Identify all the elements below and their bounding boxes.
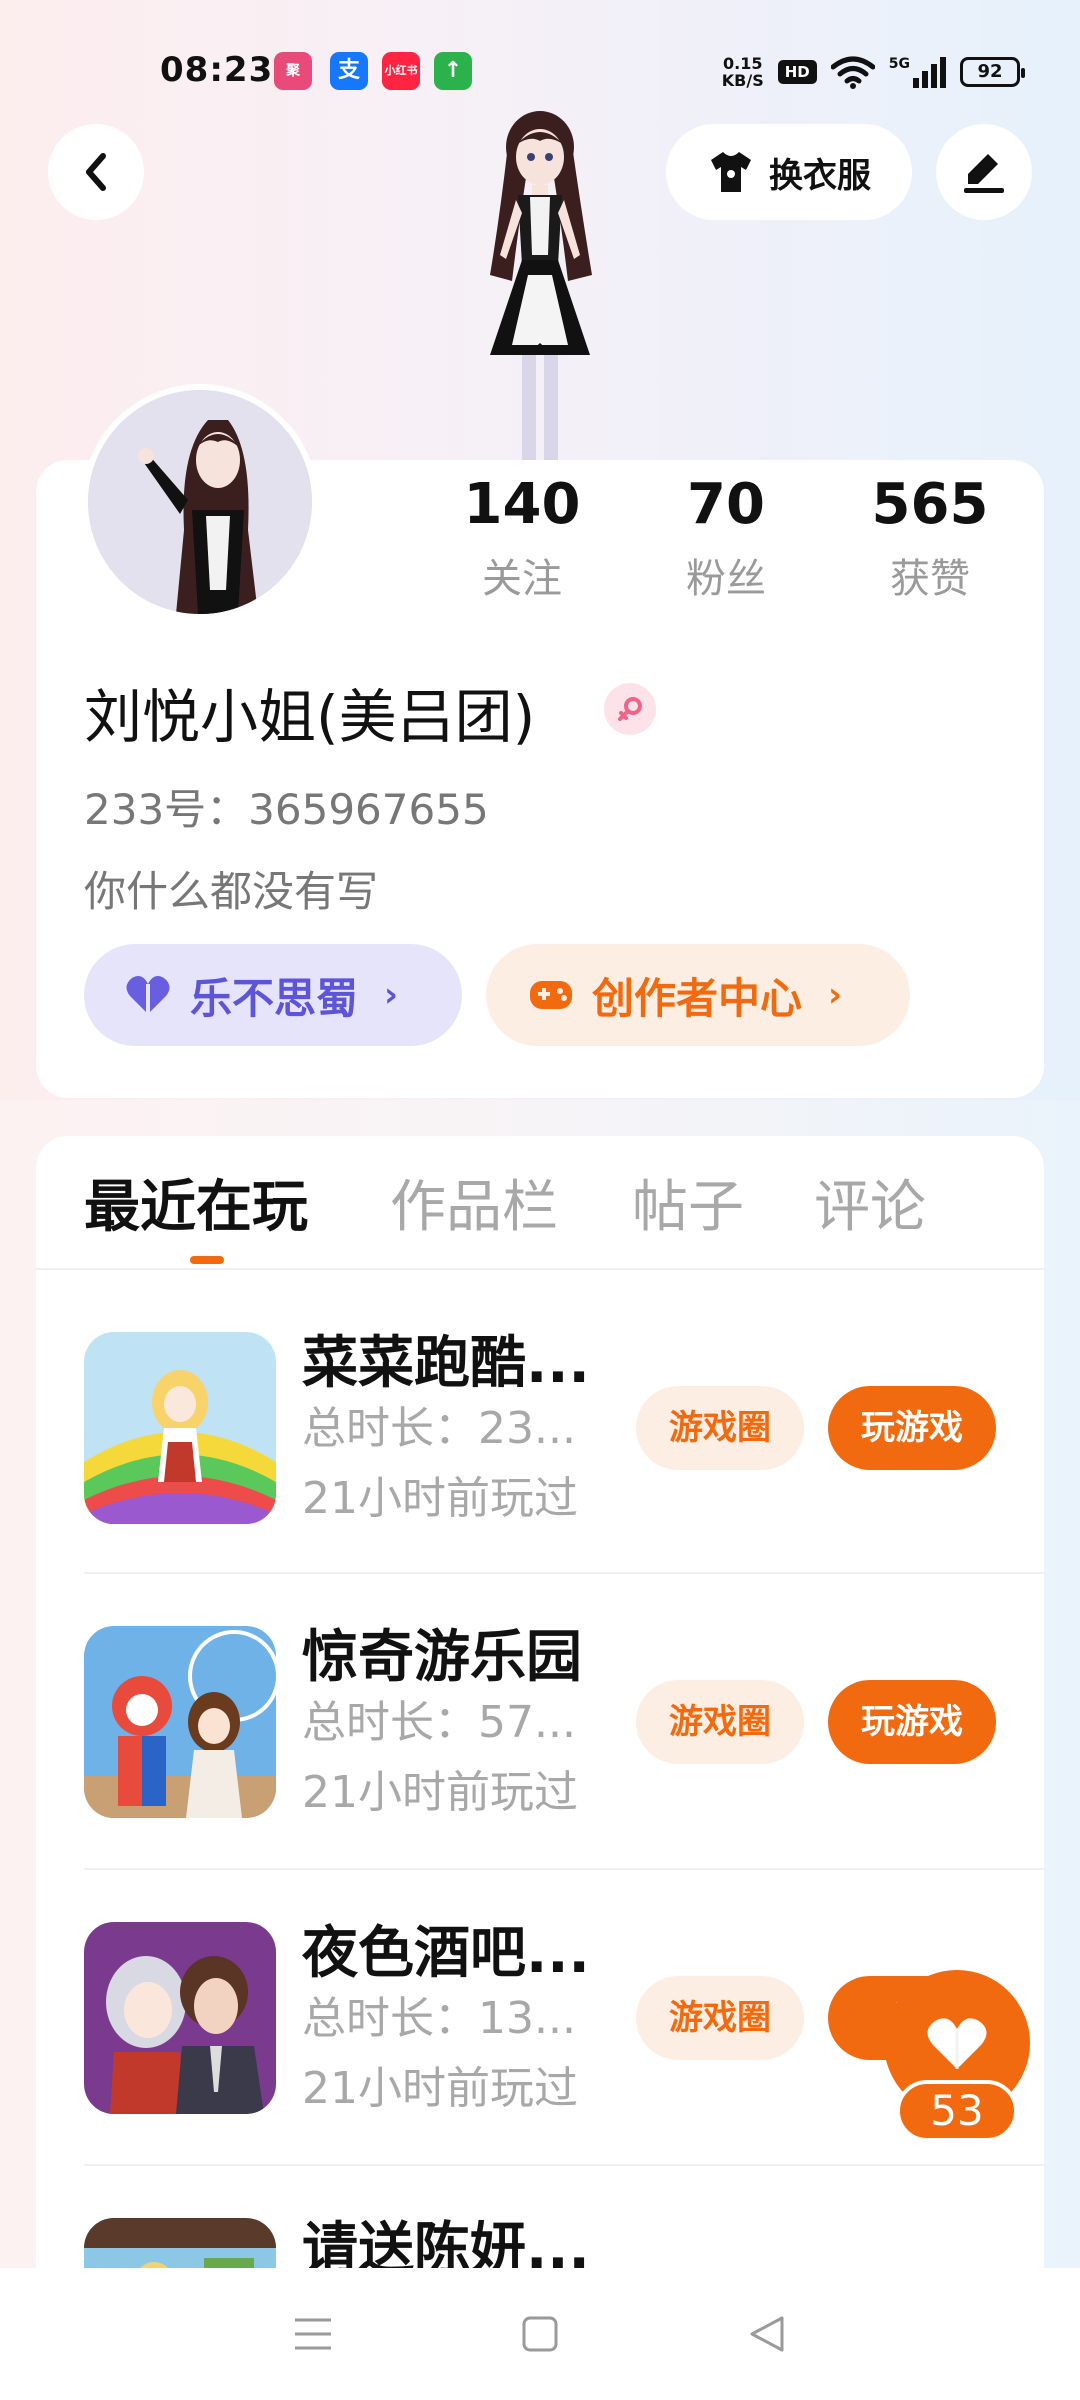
tabs-divider [36, 1268, 1044, 1270]
stat-value: 140 [463, 472, 581, 537]
stat-following[interactable]: 140 关注 [422, 470, 622, 604]
game-duration: 总时长：13... [302, 1993, 576, 2044]
game-circle-button[interactable]: 游戏圈 [636, 1976, 804, 2060]
tab-recently-played[interactable]: 最近在玩 [84, 1162, 308, 1243]
game-title: 夜色酒吧... [302, 1921, 590, 1986]
stat-value: 70 [687, 472, 765, 537]
triangle-back-icon [750, 2316, 784, 2352]
stat-label: 粉丝 [686, 556, 766, 602]
system-nav-bar [0, 2268, 1080, 2400]
menu-icon [295, 2318, 332, 2350]
menu-nav-button[interactable] [283, 2304, 343, 2364]
change-clothes-label: 换衣服 [769, 155, 871, 196]
tab-posts[interactable]: 帖子 [632, 1162, 744, 1243]
status-time: 08:23 [160, 50, 274, 90]
battery-icon: 92 [960, 57, 1025, 87]
change-clothes-button[interactable]: 换衣服 [666, 124, 912, 220]
game-title: 惊奇游乐园 [302, 1625, 582, 1690]
chip-creator-center[interactable]: 创作者中心 › [486, 944, 910, 1046]
square-icon [522, 2316, 558, 2352]
game-row[interactable]: 惊奇游乐园 总时长：57... 21小时前玩过 游戏圈 玩游戏 [84, 1574, 1044, 1870]
game-thumbnail[interactable] [84, 1922, 276, 2114]
game-circle-button[interactable]: 游戏圈 [636, 1680, 804, 1764]
gamepad-icon [530, 981, 572, 1009]
app-icon-1: 聚 [274, 52, 312, 90]
bio: 你什么都没有写 [84, 867, 379, 916]
avatar[interactable] [82, 384, 318, 620]
stat-label: 获赞 [890, 556, 970, 602]
game-row[interactable]: 菜菜跑酷... 总时长：23... 21小时前玩过 游戏圈 玩游戏 [84, 1280, 1044, 1576]
chip-lebusishu[interactable]: 乐不思蜀 › [84, 944, 462, 1046]
heart-icon [927, 2018, 987, 2069]
alipay-icon: 支 [330, 52, 368, 90]
game-last-played: 21小时前玩过 [302, 1473, 578, 1524]
play-game-button[interactable]: 玩游戏 [828, 1680, 996, 1764]
female-icon [604, 683, 656, 735]
wifi-icon [830, 56, 875, 89]
game-thumbnail[interactable] [84, 1626, 276, 1818]
game-thumbnail-image [84, 1922, 276, 2114]
heart-icon [126, 976, 170, 1014]
back-button[interactable] [48, 124, 144, 220]
signal-type: 5G [888, 55, 910, 72]
game-title: 菜菜跑酷... [302, 1331, 590, 1396]
back-nav-button[interactable] [737, 2304, 797, 2364]
game-duration: 总时长：23... [302, 1403, 576, 1454]
chip-label: 创作者中心 [592, 973, 803, 1023]
net-speed-value: 0.15 [723, 54, 763, 73]
status-right: 0.15 KB/S HD 5G 92 [722, 52, 1025, 92]
user-id: 233号：365967655 [84, 785, 489, 834]
pencil-icon [964, 154, 1004, 193]
tab-comments[interactable]: 评论 [814, 1162, 926, 1243]
play-game-button[interactable]: 玩游戏 [828, 1386, 996, 1470]
edit-button[interactable] [936, 124, 1032, 220]
stat-value: 565 [871, 472, 989, 537]
tshirt-icon [711, 152, 751, 192]
stat-likes[interactable]: 565 获赞 [830, 470, 1030, 604]
username: 刘悦小姐(美吕团) [84, 683, 536, 751]
like-count: 53 [896, 2080, 1018, 2142]
net-speed-unit: KB/S [721, 71, 764, 90]
character-illustration [490, 111, 592, 463]
chip-label: 乐不思蜀 [190, 973, 359, 1023]
stat-label: 关注 [482, 556, 562, 602]
game-circle-button[interactable]: 游戏圈 [636, 1386, 804, 1470]
tab-works[interactable]: 作品栏 [390, 1162, 558, 1243]
chevron-right-icon: › [384, 975, 399, 1015]
game-thumbnail-image [84, 2218, 276, 2268]
game-duration: 总时长：57... [302, 1697, 576, 1748]
game-thumbnail[interactable] [84, 2218, 276, 2268]
game-row[interactable]: 请送陈妍... [84, 2166, 1044, 2268]
stat-followers[interactable]: 70 粉丝 [626, 470, 826, 604]
game-last-played: 21小时前玩过 [302, 1767, 578, 1818]
avatar-image [88, 390, 312, 614]
xiaohongshu-icon: 小红书 [382, 52, 420, 90]
hd-icon: HD [777, 60, 817, 84]
update-icon: ↑ [434, 52, 472, 90]
home-nav-button[interactable] [510, 2304, 570, 2364]
game-thumbnail-image [84, 1332, 276, 1524]
game-thumbnail-image [84, 1626, 276, 1818]
chevron-left-icon [86, 153, 106, 191]
game-last-played: 21小时前玩过 [302, 2063, 578, 2114]
game-thumbnail[interactable] [84, 1332, 276, 1524]
tab-indicator [190, 1256, 224, 1264]
net-speed: 0.15 KB/S [722, 55, 764, 89]
cellular-signal-icon: 5G [888, 55, 946, 88]
chevron-right-icon: › [828, 975, 843, 1015]
game-title: 请送陈妍... [302, 2217, 590, 2268]
